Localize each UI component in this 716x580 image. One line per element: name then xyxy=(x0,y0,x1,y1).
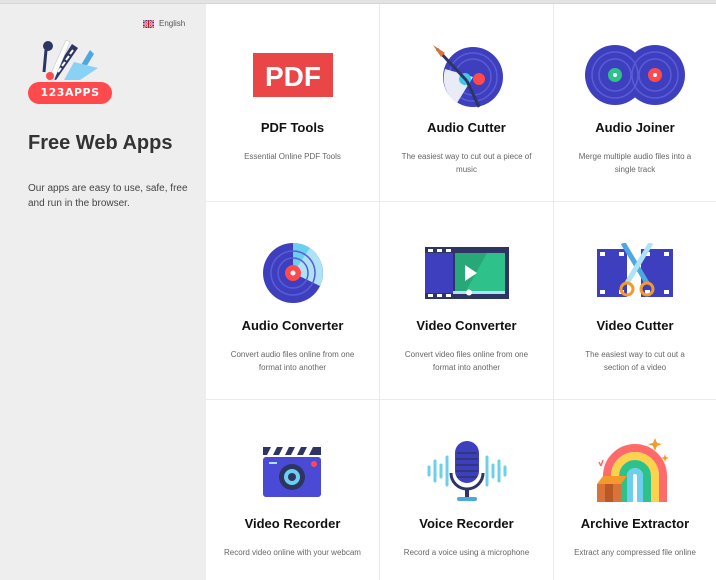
app-description: The easiest way to cut out a piece of mu… xyxy=(401,152,532,174)
app-card-archive-extractor[interactable]: Archive Extractor Extract any compressed… xyxy=(554,400,716,580)
app-description: Convert video files online from one form… xyxy=(404,350,529,372)
pdf-icon: PDF xyxy=(252,53,333,97)
app-description: Record video online with your webcam xyxy=(224,548,361,557)
app-card-video-cutter[interactable]: Video Cutter The easiest way to cut out … xyxy=(554,202,716,400)
app-title: Audio Cutter xyxy=(427,120,506,135)
app-title: Video Recorder xyxy=(244,516,341,531)
app-title: PDF Tools xyxy=(260,120,325,135)
app-card-voice-recorder[interactable]: Voice Recorder Record a voice using a mi… xyxy=(380,400,554,580)
app-description: The easiest way to cut out a section of … xyxy=(585,350,685,372)
app-title: Audio Joiner xyxy=(595,120,675,135)
logo-badge: 123APPS xyxy=(28,82,112,104)
site-description: Our apps are easy to use, safe, free and… xyxy=(28,183,188,209)
app-card-audio-joiner[interactable]: Audio Joiner Merge multiple audio files … xyxy=(554,4,716,202)
video-cutter-icon xyxy=(597,243,673,297)
app-title: Archive Extractor xyxy=(580,516,690,531)
app-card-audio-cutter[interactable]: Audio Cutter The easiest way to cut out … xyxy=(380,4,554,202)
app-title: Voice Recorder xyxy=(419,516,514,531)
language-label: English xyxy=(159,19,186,28)
app-card-audio-converter[interactable]: Audio Converter Convert audio files onli… xyxy=(206,202,380,400)
app-title: Audio Converter xyxy=(241,318,344,333)
app-title: Video Cutter xyxy=(596,318,674,333)
app-description: Record a voice using a microphone xyxy=(403,548,530,557)
app-card-video-recorder[interactable]: Video Recorder Record video online with … xyxy=(206,400,380,580)
audio-cutter-icon xyxy=(432,45,503,108)
audio-joiner-icon xyxy=(585,45,685,105)
archive-extractor-icon xyxy=(597,438,669,502)
app-card-pdf-tools[interactable]: PDF PDF Tools Essential Online PDF Tools xyxy=(206,4,380,202)
page-title: Free Web Apps xyxy=(28,132,173,154)
sidebar: English 123APPS Free Web Apps Our apps a… xyxy=(0,4,206,580)
video-converter-icon xyxy=(424,247,509,299)
voice-recorder-icon xyxy=(427,441,506,501)
app-description: Essential Online PDF Tools xyxy=(244,152,341,161)
app-title: Video Converter xyxy=(416,318,517,333)
apps-grid: PDF PDF Tools Essential Online PDF Tools… xyxy=(206,4,716,580)
app-card-video-converter[interactable]: Video Converter Convert video files onli… xyxy=(380,202,554,400)
brand-logo[interactable]: 123APPS xyxy=(28,32,114,106)
uk-flag-icon xyxy=(143,19,154,28)
app-description: Convert audio files online from one form… xyxy=(230,350,355,372)
video-recorder-icon xyxy=(262,447,321,497)
app-description: Extract any compressed file online xyxy=(574,548,696,557)
audio-converter-icon xyxy=(262,242,323,303)
pdf-icon-text: PDF xyxy=(265,61,321,92)
app-description: Merge multiple audio files into a single… xyxy=(578,152,692,174)
language-selector[interactable]: English xyxy=(143,19,185,28)
